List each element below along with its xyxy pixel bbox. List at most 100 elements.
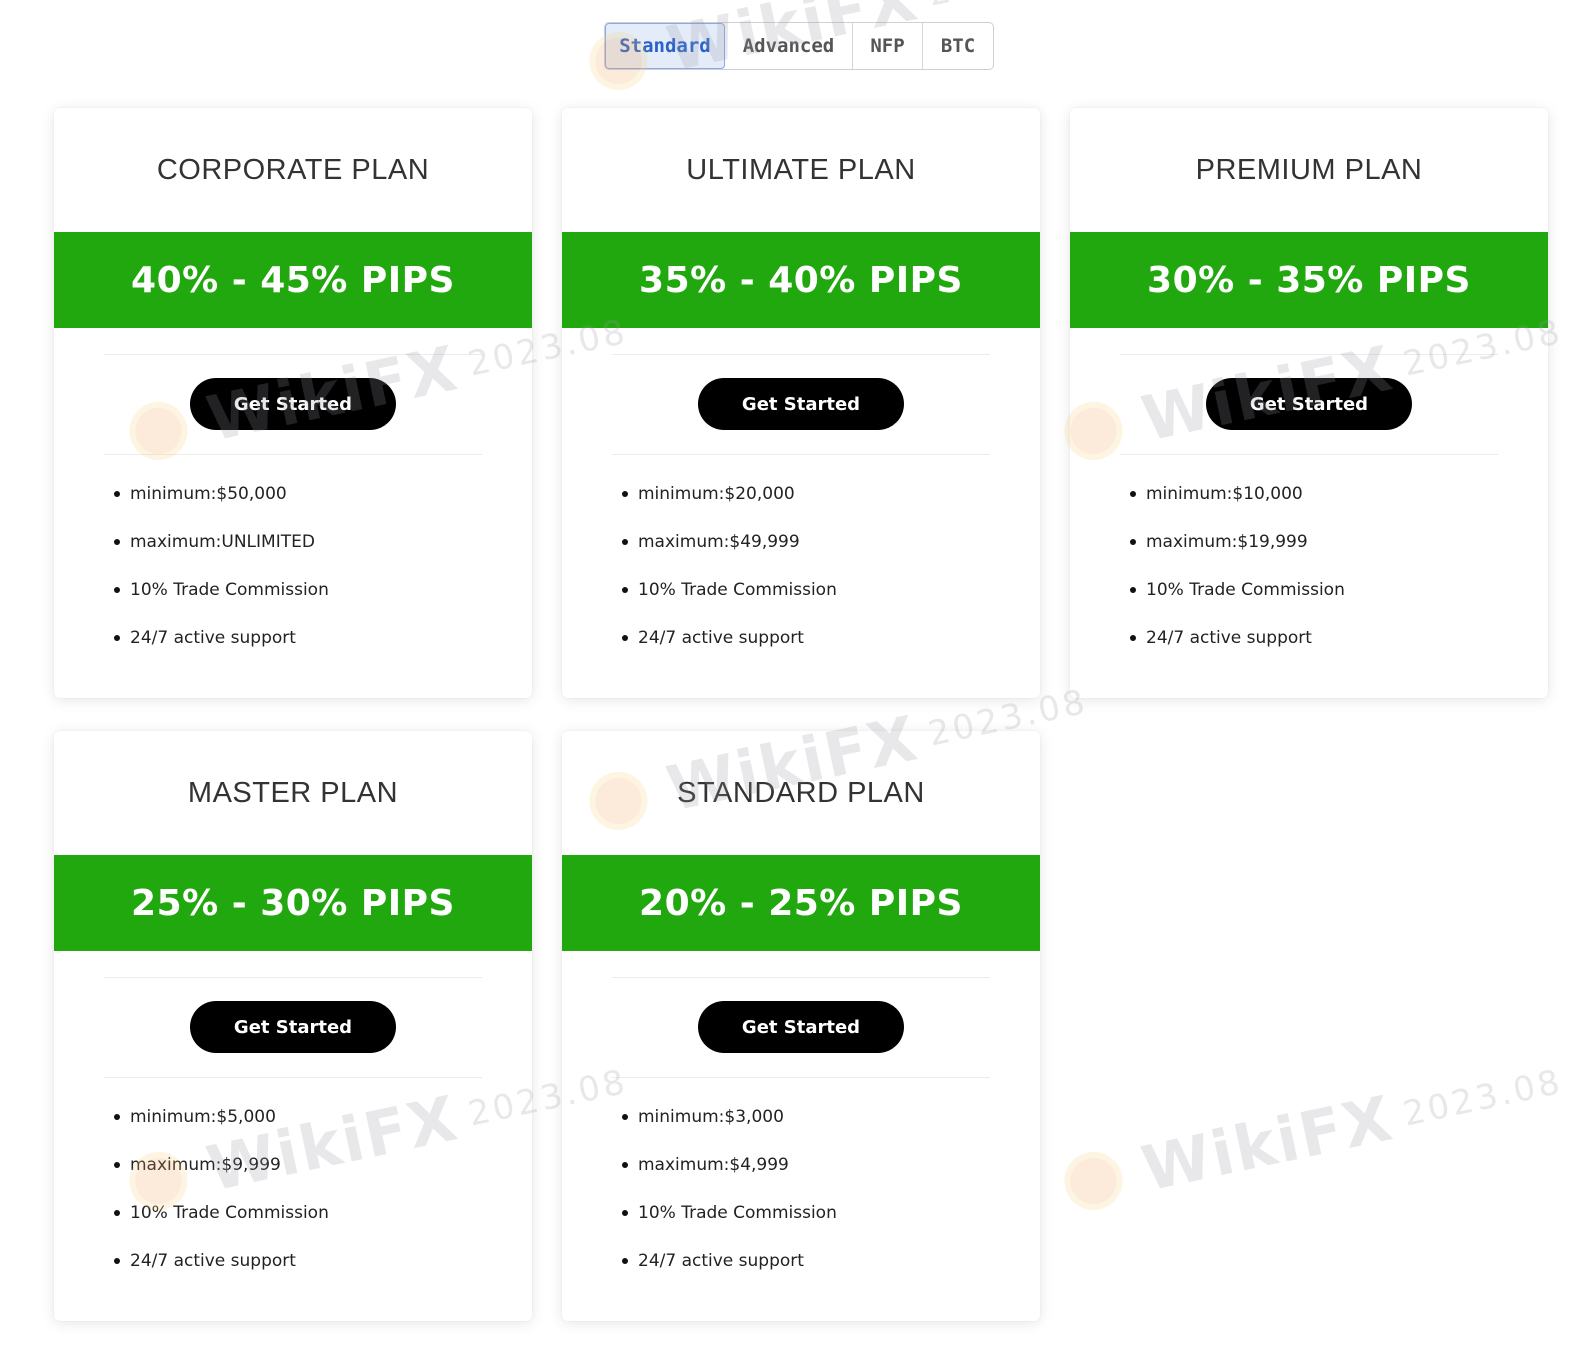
plan-type-tabs: Standard Advanced NFP BTC — [604, 22, 994, 70]
feature-text: maximum:UNLIMITED — [130, 532, 315, 552]
plan-title: ULTIMATE PLAN — [686, 153, 916, 186]
list-item: 10% Trade Commission — [112, 566, 329, 614]
plan-features-list: minimum:$5,000 maximum:$9,999 10% Trade … — [112, 1093, 329, 1285]
list-item: 24/7 active support — [620, 614, 837, 662]
bullet-icon — [622, 635, 628, 641]
list-item: maximum:$49,999 — [620, 518, 837, 566]
bullet-icon — [114, 1162, 120, 1168]
plan-features-list: minimum:$3,000 maximum:$4,999 10% Trade … — [620, 1093, 837, 1285]
list-item: maximum:$19,999 — [1128, 518, 1345, 566]
tab-btc[interactable]: BTC — [923, 23, 993, 69]
watermark-year: 2023.08 — [925, 0, 1091, 14]
feature-text: minimum:$3,000 — [638, 1107, 784, 1127]
feature-text: 24/7 active support — [638, 628, 804, 648]
feature-text: 24/7 active support — [638, 1251, 804, 1271]
list-item: minimum:$5,000 — [112, 1093, 329, 1141]
list-item: 10% Trade Commission — [620, 1189, 837, 1237]
divider — [104, 454, 482, 455]
list-item: 10% Trade Commission — [112, 1189, 329, 1237]
feature-text: minimum:$50,000 — [130, 484, 287, 504]
list-item: maximum:UNLIMITED — [112, 518, 329, 566]
feature-text: maximum:$4,999 — [638, 1155, 789, 1175]
list-item: minimum:$3,000 — [620, 1093, 837, 1141]
tab-nfp[interactable]: NFP — [853, 23, 923, 69]
divider — [104, 977, 482, 978]
list-item: maximum:$4,999 — [620, 1141, 837, 1189]
bullet-icon — [114, 539, 120, 545]
plan-title: CORPORATE PLAN — [156, 153, 430, 186]
bullet-icon — [114, 1210, 120, 1216]
watermark: WikiFX 2023.08 — [1057, 1045, 1569, 1222]
bullet-icon — [1130, 491, 1136, 497]
bullet-icon — [114, 1114, 120, 1120]
feature-text: 24/7 active support — [1146, 628, 1312, 648]
list-item: 24/7 active support — [112, 614, 329, 662]
feature-text: 10% Trade Commission — [130, 1203, 329, 1223]
plan-pips-banner: 40% - 45% PIPS — [54, 232, 532, 328]
bullet-icon — [622, 587, 628, 593]
plan-pips-banner: 20% - 25% PIPS — [562, 855, 1040, 951]
plan-card-premium: PREMIUM PLAN 30% - 35% PIPS Get Started … — [1070, 108, 1548, 698]
list-item: minimum:$10,000 — [1128, 470, 1345, 518]
get-started-button[interactable]: Get Started — [698, 378, 904, 430]
list-item: 10% Trade Commission — [1128, 566, 1345, 614]
list-item: 24/7 active support — [1128, 614, 1345, 662]
feature-text: 10% Trade Commission — [638, 1203, 837, 1223]
divider — [104, 1077, 482, 1078]
feature-text: maximum:$9,999 — [130, 1155, 281, 1175]
get-started-button[interactable]: Get Started — [698, 1001, 904, 1053]
divider — [1120, 354, 1498, 355]
plan-pips-banner: 25% - 30% PIPS — [54, 855, 532, 951]
plan-features-list: minimum:$10,000 maximum:$19,999 10% Trad… — [1128, 470, 1345, 662]
tab-advanced[interactable]: Advanced — [725, 23, 853, 69]
bullet-icon — [1130, 635, 1136, 641]
divider — [612, 454, 990, 455]
feature-text: 24/7 active support — [130, 1251, 296, 1271]
bullet-icon — [622, 539, 628, 545]
get-started-button[interactable]: Get Started — [190, 378, 396, 430]
divider — [104, 354, 482, 355]
watermark-brand: WikiFX — [1135, 1081, 1400, 1206]
plan-card-corporate: CORPORATE PLAN 40% - 45% PIPS Get Starte… — [54, 108, 532, 698]
bullet-icon — [622, 491, 628, 497]
plan-title: PREMIUM PLAN — [1195, 153, 1423, 186]
bullet-icon — [622, 1162, 628, 1168]
plan-pips-banner: 35% - 40% PIPS — [562, 232, 1040, 328]
plan-card-master: MASTER PLAN 25% - 30% PIPS Get Started m… — [54, 731, 532, 1321]
get-started-button[interactable]: Get Started — [190, 1001, 396, 1053]
tab-standard[interactable]: Standard — [605, 23, 725, 69]
bullet-icon — [114, 587, 120, 593]
list-item: minimum:$20,000 — [620, 470, 837, 518]
list-item: maximum:$9,999 — [112, 1141, 329, 1189]
feature-text: 24/7 active support — [130, 628, 296, 648]
feature-text: maximum:$19,999 — [1146, 532, 1308, 552]
get-started-button[interactable]: Get Started — [1206, 378, 1412, 430]
plan-title: MASTER PLAN — [187, 776, 399, 809]
bullet-icon — [622, 1210, 628, 1216]
bullet-icon — [114, 1258, 120, 1264]
plan-pips-banner: 30% - 35% PIPS — [1070, 232, 1548, 328]
divider — [612, 977, 990, 978]
feature-text: minimum:$10,000 — [1146, 484, 1303, 504]
feature-text: maximum:$49,999 — [638, 532, 800, 552]
watermark-year: 2023.08 — [1399, 1061, 1566, 1135]
bullet-icon — [622, 1258, 628, 1264]
divider — [1120, 454, 1498, 455]
feature-text: 10% Trade Commission — [130, 580, 329, 600]
divider — [612, 354, 990, 355]
plan-features-list: minimum:$50,000 maximum:UNLIMITED 10% Tr… — [112, 470, 329, 662]
plan-card-ultimate: ULTIMATE PLAN 35% - 40% PIPS Get Started… — [562, 108, 1040, 698]
feature-text: minimum:$5,000 — [130, 1107, 276, 1127]
plan-features-list: minimum:$20,000 maximum:$49,999 10% Trad… — [620, 470, 837, 662]
bullet-icon — [1130, 587, 1136, 593]
bullet-icon — [114, 635, 120, 641]
list-item: 10% Trade Commission — [620, 566, 837, 614]
bullet-icon — [114, 491, 120, 497]
bullet-icon — [622, 1114, 628, 1120]
list-item: 24/7 active support — [112, 1237, 329, 1285]
feature-text: 10% Trade Commission — [638, 580, 837, 600]
divider — [612, 1077, 990, 1078]
bullet-icon — [1130, 539, 1136, 545]
feature-text: minimum:$20,000 — [638, 484, 795, 504]
wikifx-logo-icon — [1058, 1146, 1128, 1215]
